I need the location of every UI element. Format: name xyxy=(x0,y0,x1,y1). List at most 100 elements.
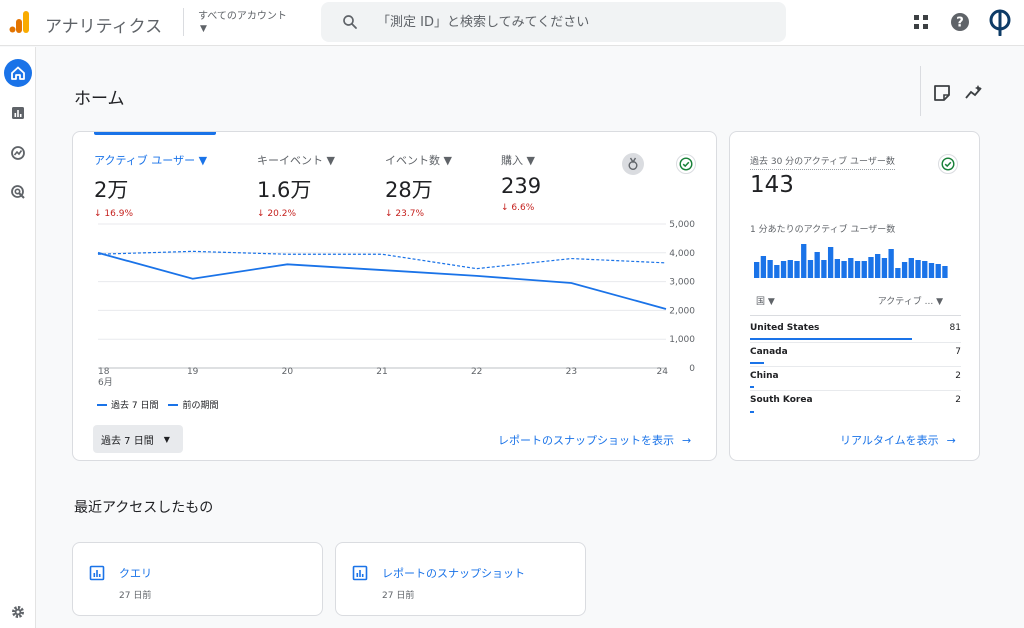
top-bar: アナリティクス すべてのアカウント ▼ ? xyxy=(0,0,1024,46)
bar-chart-icon xyxy=(12,107,24,119)
per-minute-bar xyxy=(767,260,773,278)
table-row[interactable]: Canada 7 xyxy=(750,343,961,367)
legend-current-label: 過去 7 日間 xyxy=(111,401,159,411)
per-minute-bar xyxy=(787,260,793,278)
nav-home[interactable] xyxy=(4,59,32,87)
per-minute-bar xyxy=(801,244,807,278)
recent-item-title: レポートのスナップショット xyxy=(382,567,525,580)
per-minute-bar xyxy=(774,265,780,278)
view-snapshot-label: レポートのスナップショットを表示 xyxy=(498,434,674,447)
column-active-label: アクティブ ... xyxy=(877,297,934,307)
account-avatar-icon[interactable] xyxy=(986,8,1014,36)
svg-text:?: ? xyxy=(956,16,964,31)
country-name: South Korea xyxy=(750,395,813,405)
table-row[interactable]: South Korea 2 xyxy=(750,391,961,415)
recent-item-title: クエリ xyxy=(119,567,152,580)
x-tick-label: 23 xyxy=(566,367,577,377)
series-line-current xyxy=(97,251,667,310)
view-snapshot-link[interactable]: レポートのスナップショットを表示 → xyxy=(498,432,691,448)
country-share-bar xyxy=(750,362,764,364)
table-row[interactable]: United States 81 xyxy=(750,319,961,343)
app-title: アナリティクス xyxy=(45,17,163,37)
apps-icon[interactable] xyxy=(911,12,931,32)
legend-previous-label: 前の期間 xyxy=(182,401,219,411)
country-name: United States xyxy=(750,323,820,333)
per-minute-bar xyxy=(935,264,941,278)
recent-section-title: 最近アクセスしたもの xyxy=(74,500,214,516)
table-row[interactable]: China 2 xyxy=(750,367,961,391)
realtime-card: 過去 30 分のアクティブ ユーザー数 143 1 分あたりのアクティブ ユーザ… xyxy=(729,131,980,461)
y-tick-label: 5,000 xyxy=(669,220,695,230)
nav-reports[interactable] xyxy=(4,99,32,127)
realtime-label[interactable]: 過去 30 分のアクティブ ユーザー数 xyxy=(750,154,895,170)
caret-down-icon: ▼ xyxy=(767,297,775,307)
report-icon xyxy=(352,565,368,581)
country-share-bar xyxy=(750,338,912,340)
y-tick-label: 4,000 xyxy=(669,249,695,259)
per-minute-bar xyxy=(881,258,888,278)
x-tick-sublabel: 6月 xyxy=(98,377,113,388)
recent-item-snapshot[interactable]: レポートのスナップショット 27 日前 xyxy=(335,542,586,616)
per-minute-bar xyxy=(901,262,908,278)
per-minute-bar xyxy=(868,257,874,278)
y-tick-label: 3,000 xyxy=(669,278,695,288)
account-selector-caret-icon[interactable]: ▼ xyxy=(200,24,207,34)
nav-admin[interactable] xyxy=(4,598,32,626)
help-icon[interactable]: ? xyxy=(950,12,970,32)
account-selector-label[interactable]: すべてのアカウント xyxy=(198,7,287,22)
chart-legend: 過去 7 日間 前の期間 xyxy=(97,398,218,411)
analytics-logo-icon[interactable] xyxy=(9,9,31,35)
date-range-label: 過去 7 日間 xyxy=(101,435,154,447)
nav-explore[interactable] xyxy=(4,139,32,167)
x-tick-label: 19 xyxy=(187,367,199,377)
per-minute-bar xyxy=(942,266,948,278)
caret-down-icon: ▼ xyxy=(936,297,943,307)
realtime-check-badge[interactable] xyxy=(938,154,958,174)
y-tick-label: 2,000 xyxy=(669,306,695,316)
x-tick-label: 20 xyxy=(282,367,294,377)
nav-advertising[interactable] xyxy=(4,178,32,206)
view-realtime-label: リアルタイムを表示 xyxy=(840,434,939,447)
search-box[interactable] xyxy=(321,2,786,42)
insights-icon[interactable] xyxy=(964,83,984,103)
column-active-users[interactable]: アクティブ ... ▼ xyxy=(878,294,943,307)
per-minute-bar xyxy=(780,261,787,278)
caret-down-icon: ▼ xyxy=(163,434,170,444)
arrow-right-icon: → xyxy=(946,433,956,447)
x-tick-label: 24 xyxy=(657,367,669,377)
per-minute-bar xyxy=(754,262,760,278)
note-icon[interactable] xyxy=(932,83,952,103)
view-realtime-link[interactable]: リアルタイムを表示 → xyxy=(840,432,956,448)
per-minute-bar xyxy=(821,260,827,278)
per-minute-bar-chart xyxy=(754,244,948,278)
country-share-bar xyxy=(750,386,754,388)
per-minute-bar xyxy=(854,261,861,278)
search-input[interactable] xyxy=(377,12,777,32)
per-minute-bar xyxy=(848,258,854,278)
recent-item-time: 27 日前 xyxy=(119,591,152,601)
title-divider xyxy=(920,66,921,116)
page-title: ホーム xyxy=(74,89,125,109)
advertising-icon xyxy=(11,185,25,199)
search-icon xyxy=(343,15,357,29)
arrow-right-icon: → xyxy=(682,433,692,447)
series-line-previous xyxy=(97,250,667,270)
per-minute-bar xyxy=(834,259,841,278)
country-name: Canada xyxy=(750,347,788,357)
column-country[interactable]: 国 ▼ xyxy=(756,294,775,307)
side-nav xyxy=(0,47,36,628)
realtime-value: 143 xyxy=(750,172,794,198)
column-country-label: 国 xyxy=(756,297,766,307)
country-name: China xyxy=(750,371,779,381)
x-tick-label: 22 xyxy=(471,367,482,377)
per-minute-bar xyxy=(760,256,767,278)
country-value: 2 xyxy=(955,395,961,405)
per-minute-bar xyxy=(807,260,814,278)
date-range-select[interactable]: 過去 7 日間 ▼ xyxy=(93,425,183,453)
per-minute-bar xyxy=(888,249,894,278)
check-circle-icon xyxy=(941,157,955,171)
table-header-divider xyxy=(750,315,961,316)
country-share-bar xyxy=(750,411,754,413)
per-minute-bar xyxy=(827,247,834,278)
recent-item-query[interactable]: クエリ 27 日前 xyxy=(72,542,323,616)
